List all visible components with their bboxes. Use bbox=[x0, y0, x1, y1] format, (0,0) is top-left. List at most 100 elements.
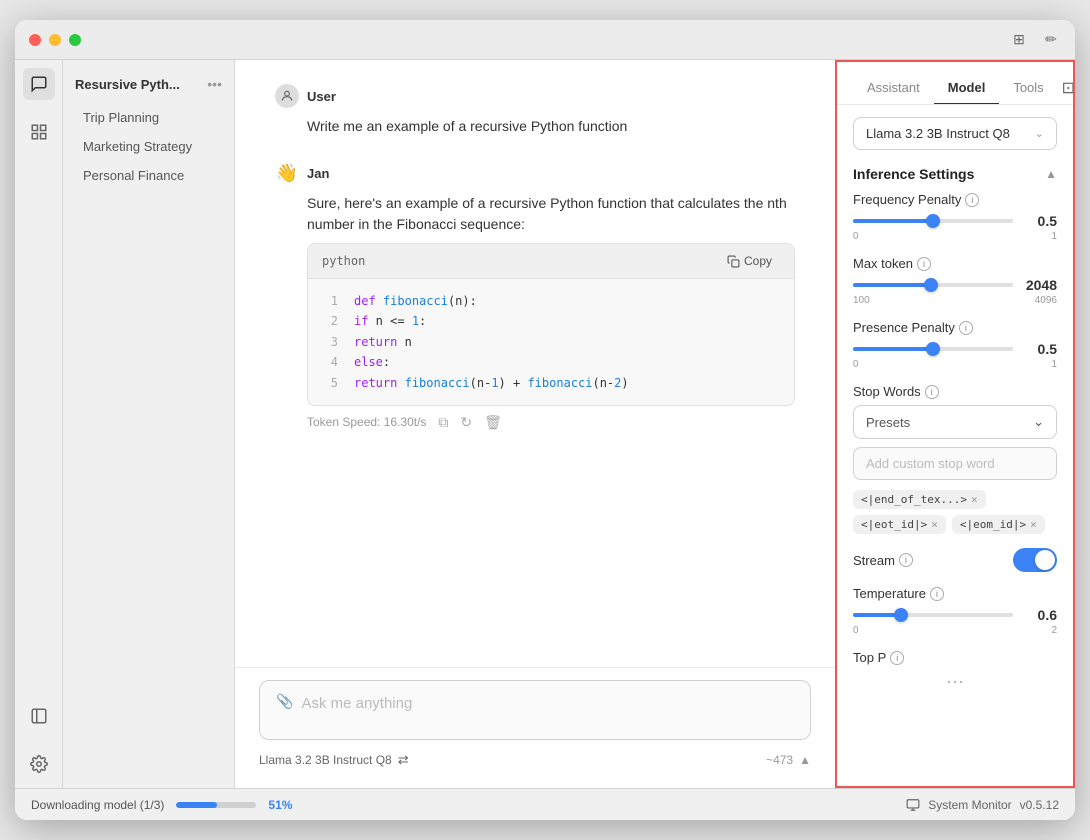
stop-word-tags: <|end_of_tex...> × <|eot_id|> × <|eom_id… bbox=[853, 490, 1057, 534]
sidebar-bottom-layout-icon[interactable] bbox=[23, 700, 55, 732]
stop-words-dropdown[interactable]: Presets ⌄ bbox=[853, 405, 1057, 439]
user-message-header: User bbox=[275, 84, 795, 108]
temperature-slider[interactable]: 0.6 bbox=[853, 607, 1057, 623]
max-token-setting: Max token i 2048 100 4096 bbox=[853, 256, 1057, 306]
expand-icon[interactable]: ▲ bbox=[799, 753, 811, 767]
stream-toggle[interactable] bbox=[1013, 548, 1057, 572]
right-panel: Assistant Model Tools ⊡ ⓘ Llama 3.2 3B I… bbox=[835, 60, 1075, 788]
code-line: 3 return n bbox=[322, 332, 780, 352]
presence-penalty-info-icon[interactable]: i bbox=[959, 321, 973, 335]
assistant-message-content: Sure, here's an example of a recursive P… bbox=[275, 193, 795, 406]
max-token-info-icon[interactable]: i bbox=[917, 257, 931, 271]
model-swap-icon[interactable]: ⇄ bbox=[398, 752, 409, 768]
panel-top-icons: ⊡ ⓘ bbox=[1058, 76, 1075, 100]
chat-input-area: 📎 Ask me anything Llama 3.2 3B Instruct … bbox=[235, 667, 835, 788]
bottom-right: System Monitor v0.5.12 bbox=[906, 798, 1059, 812]
code-lang: python bbox=[322, 252, 365, 270]
main-layout: Resursive Pyth... ••• Trip Planning Mark… bbox=[15, 60, 1075, 788]
max-token-value: 2048 bbox=[1021, 277, 1057, 293]
sidebar-item-marketing-strategy[interactable]: Marketing Strategy bbox=[71, 133, 226, 160]
frequency-penalty-thumb[interactable] bbox=[926, 214, 940, 228]
edit-icon[interactable]: ✏ bbox=[1041, 30, 1061, 50]
token-count: ~473 bbox=[766, 753, 793, 767]
assistant-name: Jan bbox=[307, 166, 329, 181]
collapse-icon[interactable]: ▲ bbox=[1045, 167, 1057, 181]
sidebar-item-trip-planning[interactable]: Trip Planning bbox=[71, 104, 226, 131]
frequency-penalty-track bbox=[853, 219, 1013, 223]
chat-input-footer: Llama 3.2 3B Instruct Q8 ⇄ ~473 ▲ bbox=[259, 748, 811, 772]
presence-penalty-thumb[interactable] bbox=[926, 342, 940, 356]
model-name-bottom: Llama 3.2 3B Instruct Q8 bbox=[259, 753, 392, 767]
temperature-slider-labels: 0 2 bbox=[853, 625, 1057, 636]
sidebar-header: Resursive Pyth... ••• bbox=[63, 68, 234, 100]
chat-icon[interactable] bbox=[23, 68, 55, 100]
copy-message-icon[interactable]: ⧉ bbox=[438, 414, 448, 431]
model-selector-panel[interactable]: Llama 3.2 3B Instruct Q8 ⌄ bbox=[853, 117, 1057, 150]
code-line: 2 if n <= 1: bbox=[322, 311, 780, 331]
stop-word-tag: <|eom_id|> × bbox=[952, 515, 1045, 534]
chat-input-placeholder[interactable]: Ask me anything bbox=[301, 693, 794, 714]
max-token-slider[interactable]: 2048 bbox=[853, 277, 1057, 293]
stop-words-setting: Stop Words i Presets ⌄ Add custom stop w… bbox=[853, 384, 1057, 534]
assistant-avatar: 👋 bbox=[275, 161, 299, 185]
sidebar: Resursive Pyth... ••• Trip Planning Mark… bbox=[15, 60, 235, 788]
split-view-icon[interactable]: ⊡ bbox=[1062, 78, 1075, 98]
max-token-track bbox=[853, 283, 1013, 287]
token-speed: Token Speed: 16.30t/s bbox=[307, 415, 426, 429]
remove-tag-2-icon[interactable]: × bbox=[1030, 518, 1037, 531]
top-p-info-icon[interactable]: i bbox=[890, 651, 904, 665]
sidebar-bottom-settings-icon[interactable] bbox=[23, 748, 55, 780]
chat-area: User Write me an example of a recursive … bbox=[235, 60, 835, 788]
model-selector-label: Llama 3.2 3B Instruct Q8 bbox=[866, 126, 1010, 141]
model-selector-bottom[interactable]: Llama 3.2 3B Instruct Q8 ⇄ bbox=[259, 752, 409, 768]
tab-model[interactable]: Model bbox=[934, 72, 1000, 105]
apps-icon[interactable] bbox=[23, 116, 55, 148]
stream-setting: Stream i bbox=[853, 548, 1057, 572]
tab-tools[interactable]: Tools bbox=[999, 72, 1057, 105]
more-options-icon[interactable]: ••• bbox=[207, 76, 222, 92]
maximize-button[interactable] bbox=[69, 34, 81, 46]
user-message: User Write me an example of a recursive … bbox=[275, 84, 795, 137]
sidebar-item-personal-finance[interactable]: Personal Finance bbox=[71, 162, 226, 189]
current-chat-title: Resursive Pyth... bbox=[75, 77, 199, 92]
frequency-penalty-slider-labels: 0 1 bbox=[853, 231, 1057, 242]
minimize-button[interactable] bbox=[49, 34, 61, 46]
remove-tag-1-icon[interactable]: × bbox=[931, 518, 938, 531]
code-line: 5 return fibonacci(n-1) + fibonacci(n-2) bbox=[322, 373, 780, 393]
temperature-setting: Temperature i 0.6 0 2 bbox=[853, 586, 1057, 636]
attachment-icon[interactable]: 📎 bbox=[276, 693, 293, 710]
code-line: 1 def fibonacci(n): bbox=[322, 291, 780, 311]
tab-assistant[interactable]: Assistant bbox=[853, 72, 934, 105]
titlebar-icons: ⊞ ✏ bbox=[1009, 30, 1061, 50]
assistant-message-header: 👋 Jan bbox=[275, 161, 795, 185]
regenerate-icon[interactable]: ↻ bbox=[460, 414, 472, 431]
frequency-penalty-info-icon[interactable]: i bbox=[965, 193, 979, 207]
delete-message-icon[interactable]: 🗑 bbox=[484, 414, 502, 431]
stream-info-icon[interactable]: i bbox=[899, 553, 913, 567]
chat-input-box[interactable]: 📎 Ask me anything bbox=[259, 680, 811, 740]
max-token-thumb[interactable] bbox=[924, 278, 938, 292]
presence-penalty-setting: Presence Penalty i 0.5 0 1 bbox=[853, 320, 1057, 370]
frequency-penalty-value: 0.5 bbox=[1021, 213, 1057, 229]
close-button[interactable] bbox=[29, 34, 41, 46]
temperature-thumb[interactable] bbox=[894, 608, 908, 622]
presence-penalty-track bbox=[853, 347, 1013, 351]
user-avatar bbox=[275, 84, 299, 108]
stop-word-tag: <|eot_id|> × bbox=[853, 515, 946, 534]
remove-tag-0-icon[interactable]: × bbox=[971, 493, 978, 506]
inference-settings-header: Inference Settings ▲ bbox=[853, 166, 1057, 182]
stop-words-info-icon[interactable]: i bbox=[925, 385, 939, 399]
temperature-info-icon[interactable]: i bbox=[930, 587, 944, 601]
stop-word-input[interactable]: Add custom stop word bbox=[853, 447, 1057, 480]
sidebar-nav-icons bbox=[15, 60, 63, 788]
copy-button[interactable]: Copy bbox=[719, 252, 780, 270]
grid-icon[interactable]: ⊞ bbox=[1009, 30, 1029, 50]
presence-penalty-slider-labels: 0 1 bbox=[853, 359, 1057, 370]
system-monitor-label[interactable]: System Monitor bbox=[928, 798, 1011, 812]
presence-penalty-slider[interactable]: 0.5 bbox=[853, 341, 1057, 357]
frequency-penalty-slider[interactable]: 0.5 bbox=[853, 213, 1057, 229]
assistant-message: 👋 Jan Sure, here's an example of a recur… bbox=[275, 161, 795, 431]
chat-messages: User Write me an example of a recursive … bbox=[235, 60, 835, 667]
inference-settings-title: Inference Settings bbox=[853, 166, 974, 182]
download-label: Downloading model (1/3) bbox=[31, 798, 164, 812]
